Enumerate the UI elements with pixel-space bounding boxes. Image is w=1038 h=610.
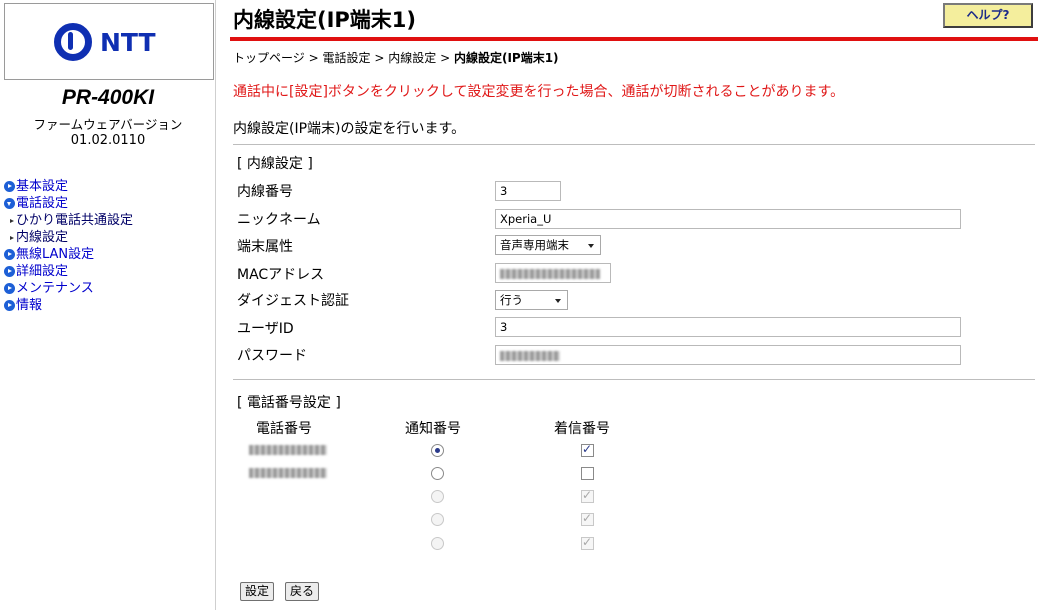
field-label-password: パスワード: [237, 348, 307, 364]
notify-number-radio: [431, 513, 444, 526]
masked-mac-value: [500, 268, 600, 279]
divider: [233, 144, 1035, 145]
divider: [233, 379, 1035, 380]
nav-label: ひかり電話共通設定: [16, 213, 134, 228]
nav-item-info[interactable]: 情報: [4, 297, 133, 314]
field-label-nickname: ニックネーム: [237, 212, 321, 228]
field-label-terminal-type: 端末属性: [237, 239, 293, 255]
warning-message: 通話中に[設定]ボタンをクリックして設定変更を行った場合、通話が切断されることが…: [233, 84, 845, 100]
nav-item-wireless-lan[interactable]: 無線LAN設定: [4, 246, 133, 263]
field-label-mac-address: MACアドレス: [237, 267, 325, 283]
nav-label: 無線LAN設定: [16, 247, 95, 262]
arrow-right-icon: [4, 266, 15, 277]
nav-item-basic[interactable]: 基本設定: [4, 178, 133, 195]
user-id-input[interactable]: 3: [495, 317, 961, 337]
sidebar: NTT PR-400KI ファームウェアバージョン 01.02.0110 基本設…: [0, 0, 216, 610]
breadcrumb-separator: >: [440, 51, 451, 65]
nav-label: 詳細設定: [16, 264, 69, 279]
field-label-extension-number: 内線番号: [237, 184, 293, 200]
logo-text: NTT: [100, 27, 156, 57]
extension-number-input[interactable]: 3: [495, 181, 561, 201]
page-description: 内線設定(IP端末)の設定を行います。: [233, 121, 466, 137]
incoming-number-checkbox[interactable]: [581, 442, 594, 457]
breadcrumb-link-extension[interactable]: 内線設定: [388, 51, 436, 65]
breadcrumb-separator: >: [374, 51, 385, 65]
phone-section-title: [ 電話番号設定 ]: [237, 395, 341, 411]
nickname-input[interactable]: Xperia_U: [495, 209, 961, 229]
incoming-number-checkbox: [581, 535, 594, 550]
nav-item-maintenance[interactable]: メンテナンス: [4, 280, 133, 297]
save-button[interactable]: 設定: [240, 582, 275, 601]
column-header-phone-number: 電話番号: [256, 421, 312, 437]
firmware-version: 01.02.0110: [70, 133, 146, 148]
breadcrumb-link-phone[interactable]: 電話設定: [322, 51, 370, 65]
breadcrumb-separator: >: [308, 51, 319, 65]
breadcrumb-link-top[interactable]: トップページ: [233, 51, 305, 65]
nav-label: 内線設定: [16, 230, 69, 245]
back-button[interactable]: 戻る: [285, 582, 320, 601]
notify-number-radio[interactable]: [431, 467, 444, 480]
breadcrumb: トップページ > 電話設定 > 内線設定 > 内線設定(IP端末1): [233, 49, 559, 66]
nav-label: メンテナンス: [16, 281, 94, 296]
notify-number-radio[interactable]: [431, 444, 444, 457]
arrow-right-icon: [4, 300, 15, 311]
ntt-logo-icon: [54, 23, 92, 61]
incoming-number-checkbox[interactable]: [581, 467, 594, 480]
field-label-user-id: ユーザID: [237, 321, 294, 337]
nav-label: 情報: [16, 298, 43, 313]
triangle-icon: [10, 235, 14, 240]
triangle-icon: [10, 218, 14, 223]
nav-subitem-extension[interactable]: 内線設定: [4, 229, 133, 246]
arrow-down-icon: [4, 198, 15, 209]
password-input[interactable]: [495, 345, 961, 365]
terminal-type-select[interactable]: 音声専用端末: [495, 235, 601, 255]
masked-password-value: [500, 350, 560, 361]
incoming-number-checkbox: [581, 488, 594, 503]
arrow-right-icon: [4, 181, 15, 192]
incoming-number-checkbox: [581, 511, 594, 526]
notify-number-radio: [431, 490, 444, 503]
nav-label: 基本設定: [16, 179, 69, 194]
masked-phone-number: [249, 468, 327, 478]
main-content: 内線設定(IP端末1) ヘルプ? トップページ > 電話設定 > 内線設定 > …: [230, 0, 1038, 610]
column-header-incoming-number: 着信番号: [554, 421, 610, 437]
side-nav: 基本設定 電話設定 ひかり電話共通設定 内線設定 無線LAN設定 詳細設定 メン…: [4, 178, 133, 314]
breadcrumb-current: 内線設定(IP端末1): [453, 51, 559, 65]
notify-number-radio: [431, 537, 444, 550]
ntt-logo: NTT: [54, 22, 156, 62]
chevron-down-icon: [588, 244, 594, 248]
terminal-type-value: 音声専用端末: [500, 238, 569, 252]
title-underline: [230, 37, 1038, 41]
logo-panel: NTT: [4, 3, 214, 80]
arrow-right-icon: [4, 283, 15, 294]
page-title: 内線設定(IP端末1): [233, 8, 417, 32]
field-label-digest-auth: ダイジェスト認証: [237, 293, 349, 309]
help-button[interactable]: ヘルプ?: [943, 3, 1033, 28]
firmware-label: ファームウェアバージョン: [33, 117, 183, 132]
masked-phone-number: [249, 445, 327, 455]
column-header-notify-number: 通知番号: [405, 421, 461, 437]
extension-section-title: [ 内線設定 ]: [237, 156, 313, 172]
nav-item-phone[interactable]: 電話設定: [4, 195, 133, 212]
chevron-down-icon: [555, 299, 561, 303]
mac-address-input[interactable]: [495, 263, 611, 283]
digest-auth-select[interactable]: 行う: [495, 290, 568, 310]
digest-auth-value: 行う: [500, 293, 523, 307]
nav-item-advanced[interactable]: 詳細設定: [4, 263, 133, 280]
nav-subitem-hikari-common[interactable]: ひかり電話共通設定: [4, 212, 133, 229]
arrow-right-icon: [4, 249, 15, 260]
nav-label: 電話設定: [16, 196, 69, 211]
model-name: PR-400KI: [61, 86, 155, 109]
